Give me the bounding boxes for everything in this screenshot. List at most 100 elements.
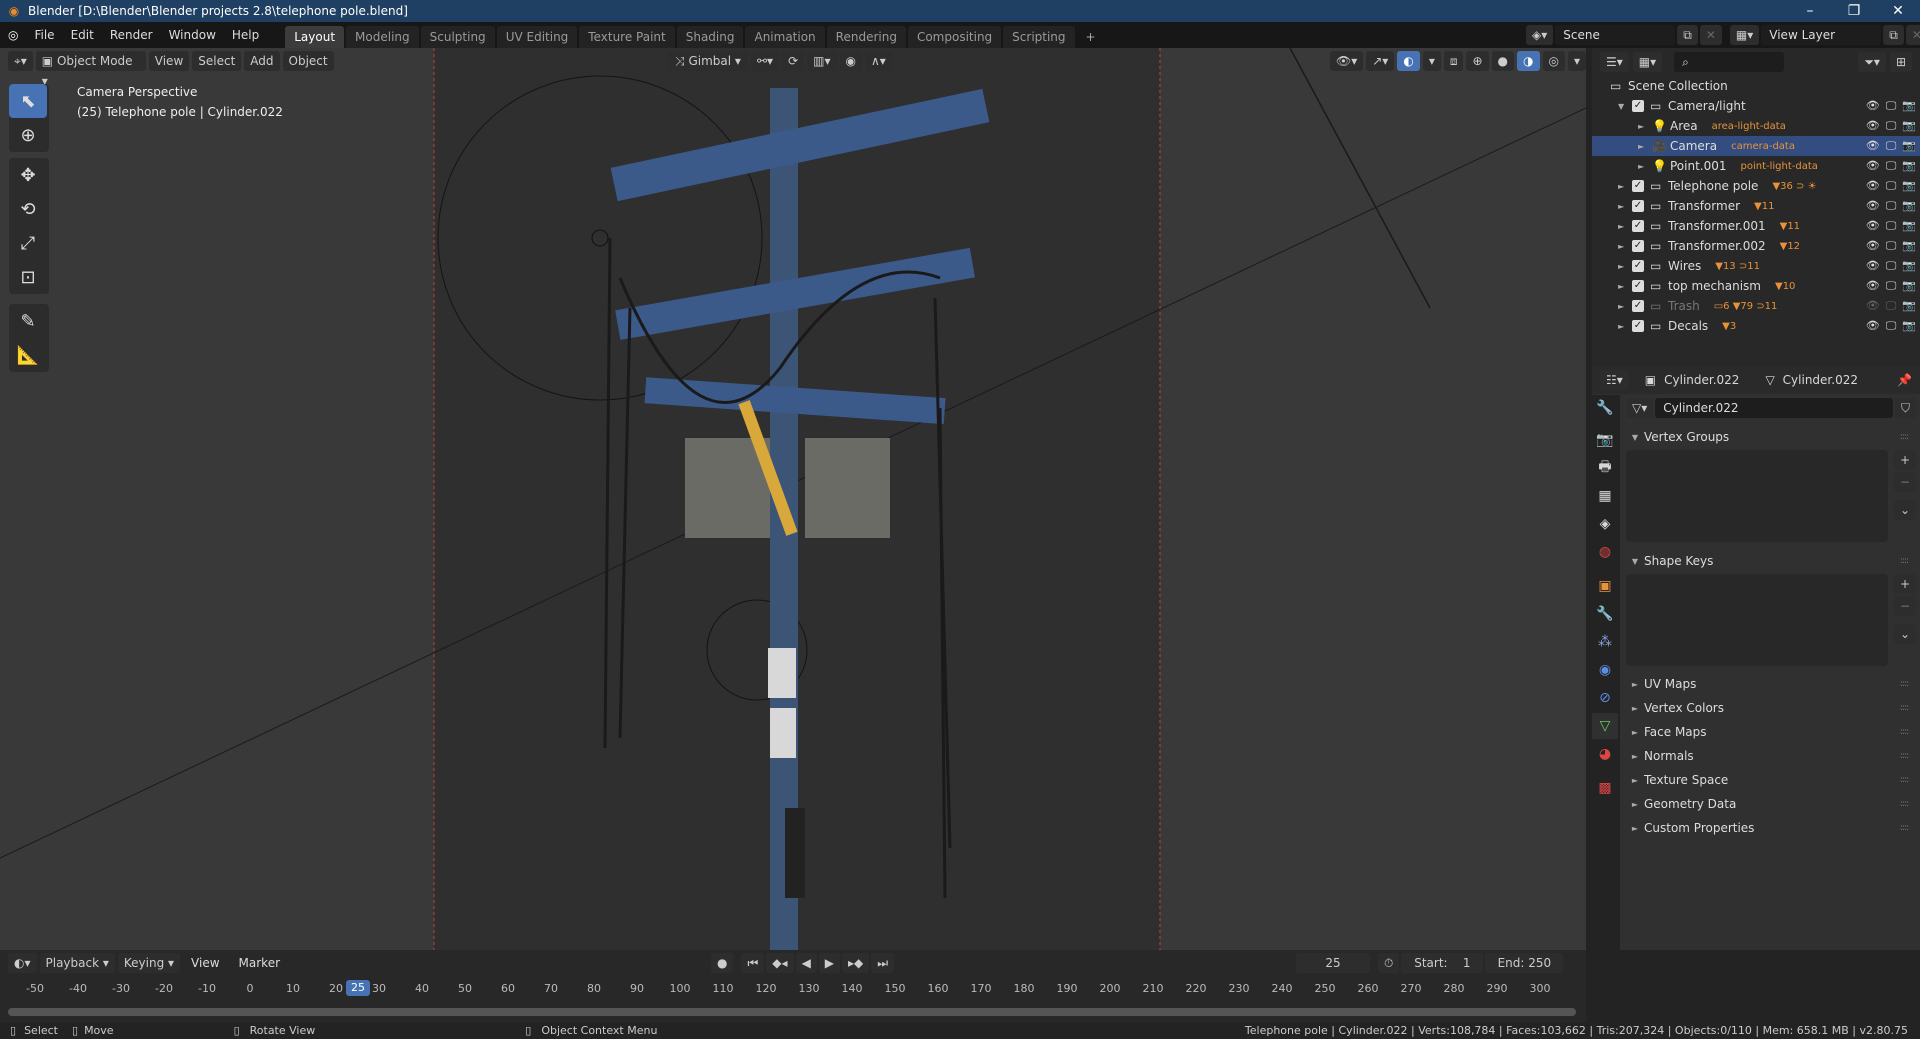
- pivot-point-icon[interactable]: ⚯▾: [751, 51, 780, 71]
- filter-icon[interactable]: ⏷▾: [1858, 52, 1886, 72]
- rotate-tool-icon[interactable]: ⟲: [9, 192, 47, 226]
- outliner-row[interactable]: ► ✓ ▭ Telephone pole ▼36 ⊃ ☀ 👁 🖵 📷: [1592, 176, 1920, 196]
- tab-rendering[interactable]: Rendering: [826, 26, 906, 48]
- outliner-row[interactable]: ► ✓ ▭ Decals ▼3 👁 🖵 📷: [1592, 316, 1920, 336]
- collapse-arrow-icon[interactable]: ▼: [1618, 102, 1632, 111]
- disable-in-viewport-icon[interactable]: 🖵: [1886, 319, 1897, 333]
- panel-uv-maps[interactable]: ► UV Maps::::: [1626, 672, 1916, 696]
- object-tab-icon[interactable]: ▣: [1592, 573, 1618, 599]
- disable-in-viewport-icon[interactable]: 🖵: [1886, 99, 1897, 113]
- outliner-row[interactable]: ► 💡 Area area-light-data 👁 🖵 📷: [1592, 116, 1920, 136]
- disable-in-render-icon[interactable]: 📷: [1902, 159, 1916, 173]
- pin-icon[interactable]: 📌: [1897, 373, 1912, 387]
- drag-handle-icon[interactable]: ::::: [1900, 775, 1909, 785]
- disable-in-render-icon[interactable]: 📷: [1902, 139, 1916, 153]
- expand-arrow-icon[interactable]: ►: [1618, 202, 1632, 211]
- exclude-checkbox[interactable]: ✓: [1632, 240, 1644, 252]
- drag-handle-icon[interactable]: ::::: [1900, 751, 1909, 761]
- wireframe-shading-icon[interactable]: ⊕: [1466, 51, 1489, 71]
- child-data-badges[interactable]: point-light-data: [1741, 161, 1818, 172]
- editor-type-icon[interactable]: ⌖▾: [8, 51, 33, 71]
- child-data-badges[interactable]: ▼11: [1780, 221, 1800, 232]
- add-vertex-group-button[interactable]: +: [1894, 450, 1916, 470]
- hide-in-viewport-icon[interactable]: 👁: [1866, 199, 1880, 213]
- drag-handle-icon[interactable]: ::::: [1900, 799, 1909, 809]
- disable-in-render-icon[interactable]: 📷: [1902, 199, 1916, 213]
- physics-tab-icon[interactable]: ◉: [1592, 657, 1618, 683]
- outliner-row[interactable]: ► ✓ ▭ Wires ▼13 ⊃11 👁 🖵 📷: [1592, 256, 1920, 276]
- properties-editor-type-icon[interactable]: ☷▾: [1600, 370, 1629, 390]
- mode-selector[interactable]: ▣ Object Mode ▾: [35, 51, 146, 88]
- disable-in-render-icon[interactable]: 📷: [1902, 99, 1916, 113]
- delete-view-layer-button[interactable]: ✕: [1905, 25, 1920, 45]
- hide-in-viewport-icon[interactable]: 👁: [1866, 239, 1880, 253]
- tab-scripting[interactable]: Scripting: [1003, 26, 1075, 48]
- hide-in-viewport-icon[interactable]: 👁: [1866, 299, 1880, 313]
- hide-in-viewport-icon[interactable]: 👁: [1866, 119, 1880, 133]
- expand-arrow-icon[interactable]: ►: [1618, 262, 1632, 271]
- fake-user-icon[interactable]: ⛉: [1894, 398, 1916, 418]
- overlay-dropdown-icon[interactable]: ▾: [1422, 51, 1441, 71]
- shape-keys-list[interactable]: [1626, 574, 1888, 666]
- disable-in-render-icon[interactable]: 📷: [1902, 219, 1916, 233]
- outliner-search-input[interactable]: ⌕: [1674, 52, 1785, 72]
- disable-in-viewport-icon[interactable]: 🖵: [1886, 139, 1897, 153]
- panel-vertex-colors[interactable]: ► Vertex Colors::::: [1626, 696, 1916, 720]
- drag-handle-icon[interactable]: ::::: [1900, 679, 1909, 689]
- panel-vertex-groups[interactable]: ▼ Vertex Groups::::: [1626, 426, 1916, 448]
- constraints-tab-icon[interactable]: ⊘: [1592, 685, 1618, 711]
- material-shading-icon[interactable]: ◑: [1517, 51, 1540, 71]
- disable-in-render-icon[interactable]: 📷: [1902, 259, 1916, 273]
- menu-file[interactable]: File: [26, 22, 62, 48]
- remove-vertex-group-button[interactable]: −: [1894, 472, 1916, 492]
- disable-in-viewport-icon[interactable]: 🖵: [1886, 199, 1897, 213]
- menu-window[interactable]: Window: [161, 22, 224, 48]
- disable-in-viewport-icon[interactable]: 🖵: [1886, 119, 1897, 133]
- disable-in-viewport-icon[interactable]: 🖵: [1886, 239, 1897, 253]
- child-data-badges[interactable]: ▼3: [1722, 321, 1736, 332]
- hide-in-viewport-icon[interactable]: 👁: [1866, 279, 1880, 293]
- outliner-row[interactable]: ► ✓ ▭ Trash ▭6 ▼79 ⊃11 👁 🖵 📷: [1592, 296, 1920, 316]
- measure-tool-icon[interactable]: 📐: [9, 338, 47, 372]
- panel-texture-space[interactable]: ► Texture Space::::: [1626, 768, 1916, 792]
- exclude-checkbox[interactable]: ✓: [1632, 100, 1644, 112]
- gizmo-toggle-icon[interactable]: ↗▾: [1366, 51, 1395, 71]
- exclude-checkbox[interactable]: ✓: [1632, 280, 1644, 292]
- expand-arrow-icon[interactable]: ►: [1618, 182, 1632, 191]
- vertex-group-specials-button[interactable]: ⌄: [1894, 500, 1916, 520]
- outliner-row[interactable]: ► ✓ ▭ Transformer.002 ▼12 👁 🖵 📷: [1592, 236, 1920, 256]
- move-tool-icon[interactable]: ✥: [9, 158, 47, 192]
- tab-animation[interactable]: Animation: [745, 26, 825, 48]
- select-box-tool-icon[interactable]: ⬉: [9, 84, 47, 118]
- exclude-checkbox[interactable]: ✓: [1632, 300, 1644, 312]
- snap-toggle-icon[interactable]: ⟳: [782, 51, 805, 71]
- material-tab-icon[interactable]: ◕: [1592, 741, 1618, 767]
- render-tab-icon[interactable]: 📷: [1592, 427, 1618, 453]
- panel-geometry-data[interactable]: ► Geometry Data::::: [1626, 792, 1916, 816]
- xray-toggle-icon[interactable]: ⧈: [1443, 51, 1464, 71]
- menu-add[interactable]: Add: [244, 51, 280, 71]
- exclude-checkbox[interactable]: ✓: [1632, 180, 1644, 192]
- menu-edit[interactable]: Edit: [63, 22, 102, 48]
- new-view-layer-button[interactable]: ⧉: [1883, 25, 1904, 45]
- falloff-icon[interactable]: ∧▾: [865, 51, 892, 71]
- timeline-scrollbar[interactable]: [8, 1008, 1576, 1016]
- exclude-checkbox[interactable]: ✓: [1632, 320, 1644, 332]
- outliner-row[interactable]: ► 💡 Point.001 point-light-data 👁 🖵 📷: [1592, 156, 1920, 176]
- exclude-checkbox[interactable]: ✓: [1632, 220, 1644, 232]
- panel-face-maps[interactable]: ► Face Maps::::: [1626, 720, 1916, 744]
- drag-handle-icon[interactable]: ::::: [1900, 432, 1909, 442]
- tab-texture-paint[interactable]: Texture Paint: [579, 26, 675, 48]
- hide-in-viewport-icon[interactable]: 👁: [1866, 319, 1880, 333]
- scene-tab-icon[interactable]: ◈: [1592, 511, 1618, 537]
- menu-object[interactable]: Object: [282, 51, 334, 71]
- outliner-row[interactable]: ► ✓ ▭ Transformer ▼11 👁 🖵 📷: [1592, 196, 1920, 216]
- overlay-toggle-icon[interactable]: ◐: [1397, 51, 1420, 71]
- add-shape-key-button[interactable]: +: [1894, 574, 1916, 594]
- child-data-badges[interactable]: ▼36 ⊃ ☀: [1772, 181, 1816, 192]
- scene-selector-icon[interactable]: ◈▾: [1526, 25, 1554, 45]
- outliner-row[interactable]: ▼ ✓ ▭ Camera/light 👁 🖵 📷: [1592, 96, 1920, 116]
- new-collection-icon[interactable]: ⊞: [1889, 52, 1912, 72]
- disable-in-render-icon[interactable]: 📷: [1902, 319, 1916, 333]
- scene-collection-row[interactable]: ▭ Scene Collection: [1592, 76, 1920, 96]
